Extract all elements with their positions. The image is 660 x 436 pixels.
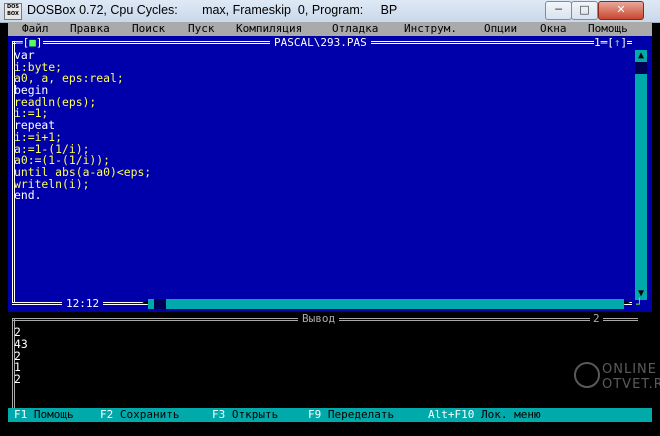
maximize-button[interactable]: □ (571, 1, 598, 20)
dosbox-app-icon[interactable]: DOS BOX (4, 3, 22, 20)
zoom-arrow-icon[interactable]: ↑ (614, 36, 621, 49)
scroll-left-arrow-icon[interactable]: ◄ (142, 297, 148, 308)
location-pin-icon (574, 362, 600, 388)
scroll-up-arrow-icon[interactable]: ▲ (635, 50, 647, 62)
horizontal-scroll-thumb[interactable] (154, 299, 166, 309)
fkey-label: Переделать (327, 408, 395, 421)
code-line: begin (14, 83, 49, 98)
fkey-make[interactable]: F9 Переделать (308, 408, 394, 422)
menu-file[interactable]: Файл (22, 22, 49, 36)
code-line: repeat (14, 118, 56, 133)
code-line: readln(eps); (14, 94, 97, 109)
fkey-label: Сохранить (119, 408, 180, 421)
code-line: end. (14, 188, 42, 203)
fkey-key: F9 (308, 408, 322, 421)
fkey-local-menu[interactable]: Alt+F10 Лок. меню (428, 408, 541, 422)
horizontal-scrollbar[interactable]: ◄ ► (142, 297, 630, 309)
output-text: 2 43 2 1 2 (14, 326, 28, 387)
code-line: a0, a, eps:real; (14, 71, 124, 86)
output-title: Вывод (298, 312, 340, 326)
menu-help[interactable]: Помощь (588, 22, 628, 36)
resize-corner-icon[interactable]: ┘ (636, 298, 643, 312)
fkey-open[interactable]: F3 Открыть (212, 408, 278, 422)
menu-run[interactable]: Пуск (188, 22, 215, 36)
vertical-scroll-thumb[interactable] (635, 62, 647, 74)
window-number-label: 1 (594, 36, 601, 49)
window-title: DOSBox 0.72, Cpu Cycles: max, Frameskip … (27, 3, 398, 17)
code-line: i:=1; (14, 106, 49, 121)
fkey-key: F2 (100, 408, 114, 421)
menu-search[interactable]: Поиск (132, 22, 165, 36)
fkey-key: F1 (14, 408, 28, 421)
code-line: writeln(i); (14, 176, 90, 191)
fkey-key: F3 (212, 408, 226, 421)
menu-debug[interactable]: Отладка (332, 22, 378, 36)
fkey-label: Открыть (231, 408, 279, 421)
close-button[interactable]: ✕ (598, 1, 644, 20)
output-line: 2 (14, 372, 21, 387)
code-area[interactable]: var i:byte; a0, a, eps:real; begin readl… (14, 48, 624, 203)
vertical-scrollbar[interactable]: ▲ ▼ (635, 50, 647, 300)
watermark-line1: ONLINE (602, 362, 657, 377)
menu-window[interactable]: Окна (540, 22, 567, 36)
output-window[interactable]: Вывод 2 2 43 2 1 2 (8, 312, 652, 408)
code-line: i:=i+1; (14, 129, 63, 144)
code-line: var (14, 48, 35, 62)
fkey-key: Alt+F10 (428, 408, 475, 421)
editor-window[interactable]: ═[■] PASCAL\293.PAS 1═[↑] var i:byte; a0… (8, 36, 652, 312)
menu-edit[interactable]: Правка (70, 22, 110, 36)
watermark: ONLINE OTVET.RU (574, 356, 660, 412)
function-key-bar: F1 Помощь F2 Сохранить F3 Открыть F9 Пер… (8, 408, 652, 422)
minimize-button[interactable]: ─ (545, 1, 572, 20)
close-box-right: ] (35, 36, 43, 49)
editor-file-title: PASCAL\293.PAS (270, 36, 371, 50)
scroll-right-arrow-icon[interactable]: ► (624, 297, 630, 308)
watermark-text: ONLINE OTVET.RU (602, 362, 660, 392)
menu-compile[interactable]: Компиляция (236, 22, 302, 36)
menu-options[interactable]: Опции (484, 22, 517, 36)
editor-window-number: 1═[↑] (594, 36, 628, 50)
code-line: until abs(a-a0)<eps; (14, 164, 152, 179)
cursor-position: 12:12 (62, 297, 104, 311)
watermark-line2: OTVET.RU (602, 377, 660, 392)
fkey-label: Помощь (33, 408, 74, 421)
menu-bar: Файл Правка Поиск Пуск Компиляция Отладк… (8, 22, 652, 36)
dos-screen: Файл Правка Поиск Пуск Компиляция Отладк… (8, 22, 652, 430)
window-titlebar[interactable]: DOS BOX DOSBox 0.72, Cpu Cycles: max, Fr… (0, 0, 660, 23)
fkey-save[interactable]: F2 Сохранить (100, 408, 179, 422)
output-window-number: 2 (590, 312, 603, 326)
menu-tools[interactable]: Инструм. (404, 22, 457, 36)
fkey-help[interactable]: F1 Помощь (14, 408, 74, 422)
fkey-label: Лок. меню (480, 408, 541, 421)
